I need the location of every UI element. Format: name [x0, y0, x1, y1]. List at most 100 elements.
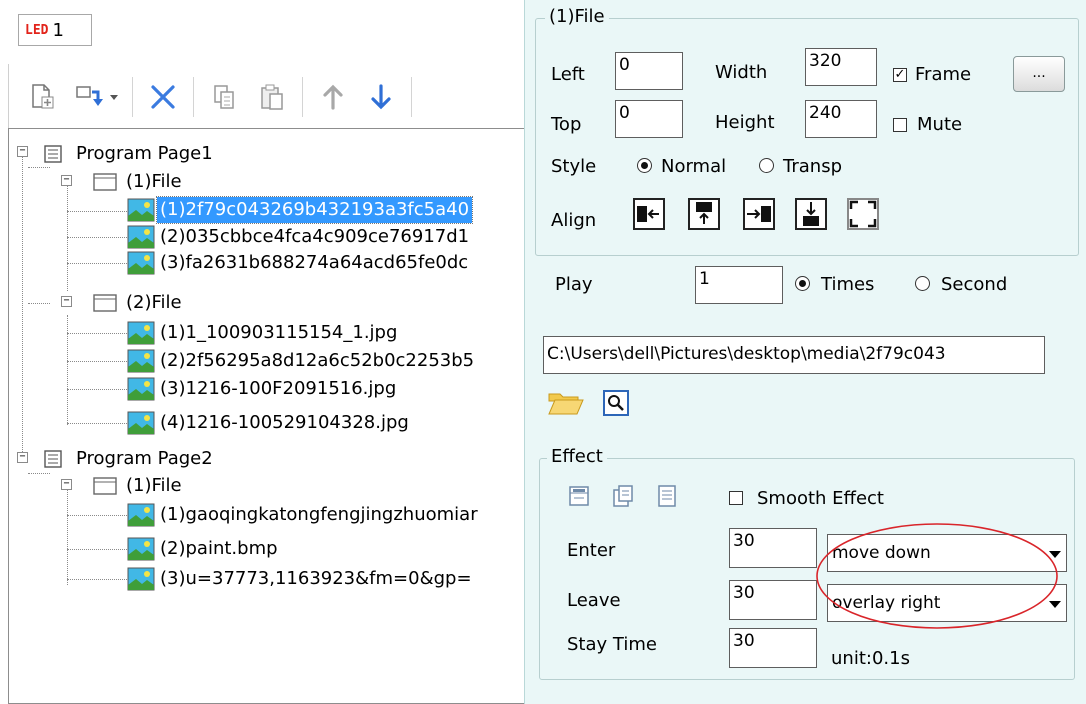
enter-label: Enter	[567, 540, 616, 561]
play-count-input[interactable]: 1	[695, 266, 783, 304]
play-label: Play	[555, 274, 593, 295]
tree-node-label: (1)1_100903115154_1.jpg	[160, 322, 398, 343]
move-up-icon[interactable]	[309, 74, 357, 120]
left-input[interactable]: 0	[615, 52, 683, 90]
delete-icon[interactable]	[139, 74, 187, 120]
toolbar-separator	[302, 77, 303, 117]
stay-time-input[interactable]: 30	[729, 628, 817, 668]
paste-icon[interactable]	[248, 74, 296, 120]
tree-node-media[interactable]: (3)1216-100F2091516.jpg	[127, 374, 399, 404]
tree-node-label: (3)fa2631b688274a64acd65fe0dc	[160, 252, 469, 273]
led-badge: LED	[25, 22, 49, 38]
tree-node-label: (2)2f56295a8d12a6c52b0c2253b5	[160, 350, 475, 371]
enter-duration-input[interactable]: 30	[729, 528, 817, 568]
tree-node-page[interactable]: Program Page2	[43, 444, 216, 474]
collapse-toggle[interactable]: −	[61, 479, 72, 490]
align-bottom-icon[interactable]	[795, 198, 827, 230]
image-file-icon	[127, 198, 155, 222]
align-left-icon[interactable]	[633, 198, 665, 230]
height-input[interactable]: 240	[805, 100, 877, 138]
move-down-icon[interactable]	[357, 74, 405, 120]
tree-node-file[interactable]: (1)File	[93, 471, 185, 501]
tree-node-label: Program Page2	[76, 448, 213, 469]
unit-label: unit:0.1s	[831, 648, 910, 669]
style-transp-radio[interactable]	[759, 158, 774, 173]
led-screen-tab[interactable]: LED 1	[18, 14, 92, 46]
tree-node-file[interactable]: (2)File	[93, 288, 185, 318]
height-label: Height	[715, 112, 775, 133]
window-icon	[93, 294, 117, 312]
tree-node-label: (2)paint.bmp	[160, 538, 278, 559]
tree-node-label: (3)1216-100F2091516.jpg	[160, 378, 397, 399]
tree-node-media[interactable]: (3)fa2631b688274a64acd65fe0dc	[127, 248, 471, 278]
window-icon	[93, 173, 117, 191]
collapse-toggle[interactable]: −	[17, 146, 28, 157]
left-label: Left	[551, 64, 585, 85]
tree-node-media[interactable]: (2)2f56295a8d12a6c52b0c2253b5	[127, 346, 477, 376]
style-normal-radio[interactable]	[637, 158, 652, 173]
effect-icon-1[interactable]	[567, 484, 591, 513]
frame-settings-button[interactable]: ...	[1013, 56, 1065, 92]
copy-icon[interactable]	[200, 74, 248, 120]
tree-node-media[interactable]: (1)gaoqingkatongfengjingzhuomiar	[127, 500, 481, 530]
tree-node-media[interactable]: (3)u=37773,1163923&fm=0&gp=	[127, 564, 475, 594]
mute-checkbox[interactable]	[893, 118, 907, 132]
collapse-toggle[interactable]: −	[61, 175, 72, 186]
page-icon	[44, 145, 62, 163]
smooth-effect-label: Smooth Effect	[757, 488, 884, 509]
top-input[interactable]: 0	[615, 100, 683, 138]
preview-icon[interactable]	[603, 390, 629, 416]
tree-node-label: (1)File	[126, 171, 182, 192]
width-label: Width	[715, 62, 768, 83]
tree-node-file[interactable]: (1)File	[93, 167, 185, 197]
tree-node-label: (1)File	[126, 475, 182, 496]
image-file-icon	[127, 567, 155, 591]
image-file-icon	[127, 377, 155, 401]
tree-node-label: (1)gaoqingkatongfengjingzhuomiar	[160, 504, 478, 525]
toolbar	[18, 72, 418, 122]
media-path-input[interactable]: C:\Users\dell\Pictures\desktop\media\2f7…	[543, 336, 1045, 374]
top-label: Top	[551, 114, 582, 135]
smooth-effect-checkbox[interactable]	[729, 491, 743, 505]
tree-node-media[interactable]: (1)1_100903115154_1.jpg	[127, 318, 400, 348]
leave-duration-input[interactable]: 30	[729, 580, 817, 620]
image-file-icon	[127, 411, 155, 435]
image-file-icon	[127, 349, 155, 373]
page-icon	[44, 450, 62, 468]
frame-label: Frame	[915, 64, 972, 85]
tree-node-media[interactable]: (4)1216-100529104328.jpg	[127, 408, 412, 438]
style-label: Style	[551, 156, 597, 177]
play-second-label: Second	[941, 274, 1008, 295]
effect-icon-2[interactable]	[611, 484, 635, 513]
play-times-radio[interactable]	[795, 276, 810, 291]
tree-node-label: (3)u=37773,1163923&fm=0&gp=	[160, 568, 472, 589]
collapse-toggle[interactable]: −	[61, 296, 72, 307]
effect-group-title: Effect	[547, 446, 607, 467]
align-fill-icon[interactable]	[847, 198, 879, 230]
add-page-icon[interactable]	[18, 74, 66, 120]
width-input[interactable]: 320	[805, 48, 877, 86]
add-item-dropdown-icon[interactable]	[66, 74, 126, 120]
play-times-label: Times	[821, 274, 875, 295]
image-file-icon	[127, 225, 155, 249]
tree-node-media[interactable]: (2)paint.bmp	[127, 534, 281, 564]
collapse-toggle[interactable]: −	[17, 452, 28, 463]
align-label: Align	[551, 210, 597, 231]
led-number: 1	[52, 19, 64, 41]
tree-node-media[interactable]: (1)2f79c043269b432193a3fc5a40	[127, 195, 474, 225]
image-file-icon	[127, 321, 155, 345]
align-right-icon[interactable]	[743, 198, 775, 230]
effect-icon-3[interactable]	[655, 484, 679, 513]
mute-label: Mute	[917, 114, 963, 135]
style-transp-label: Transp	[783, 156, 842, 177]
file-group-title: (1)File	[545, 6, 609, 27]
align-top-icon[interactable]	[688, 198, 720, 230]
play-second-radio[interactable]	[915, 276, 930, 291]
tree-node-page[interactable]: Program Page1	[43, 139, 216, 169]
toolbar-separator	[411, 77, 412, 117]
frame-checkbox[interactable]: ✓	[893, 68, 907, 82]
open-folder-icon[interactable]	[547, 388, 585, 423]
tree-node-label: (2)File	[126, 292, 182, 313]
stay-time-label: Stay Time	[567, 634, 657, 655]
image-file-icon	[127, 251, 155, 275]
